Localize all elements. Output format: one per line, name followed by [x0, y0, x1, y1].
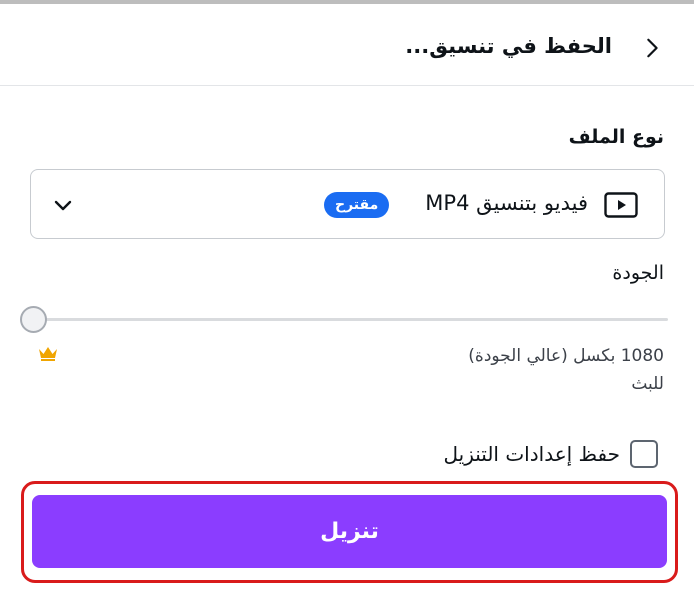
quality-value: 1080 بكسل (عالي الجودة) للبث [404, 342, 664, 398]
file-type-select[interactable]: فيديو بتنسيق MP4 مقترح [30, 169, 665, 239]
download-button[interactable]: تنزيل [32, 495, 667, 568]
back-button[interactable] [632, 28, 672, 68]
page-title: الحفظ في تنسيق... [405, 34, 612, 58]
suggested-badge: مقترح [324, 192, 390, 218]
file-type-value: فيديو بتنسيق MP4 [425, 191, 588, 215]
save-settings-checkbox[interactable] [630, 440, 658, 468]
download-highlight: تنزيل [21, 481, 678, 583]
quality-label: الجودة [612, 262, 664, 284]
slider-thumb[interactable] [20, 306, 47, 333]
quality-slider[interactable] [20, 304, 668, 336]
crown-icon [39, 347, 57, 361]
file-type-label: نوع الملف [568, 126, 664, 148]
save-format-panel: الحفظ في تنسيق... نوع الملف فيديو بتنسيق… [0, 0, 694, 596]
quality-value-purpose: للبث [631, 374, 664, 394]
quality-value-resolution: 1080 بكسل (عالي الجودة) [468, 346, 664, 366]
chevron-right-icon [647, 38, 658, 58]
chevron-down-icon [54, 200, 72, 211]
save-settings-label: حفظ إعدادات التنزيل [443, 442, 620, 466]
video-play-icon [604, 192, 638, 218]
slider-track [32, 318, 668, 321]
panel-header: الحفظ في تنسيق... [0, 8, 694, 86]
save-settings-option[interactable]: حفظ إعدادات التنزيل [444, 440, 658, 468]
